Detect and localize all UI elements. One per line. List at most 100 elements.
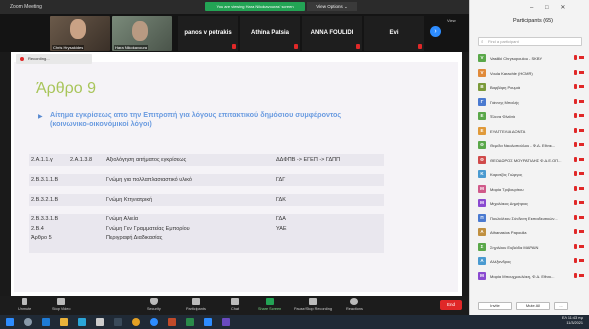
- participant-face: [132, 21, 148, 41]
- video-tile[interactable]: Chris Hrysakides: [50, 16, 110, 51]
- participant-name: ANNA FOULIDI: [310, 30, 354, 36]
- mic-icon: [22, 298, 28, 305]
- participant-list-item[interactable]: Α Αλέξανδρος: [478, 256, 586, 268]
- invite-button[interactable]: Invite: [478, 302, 512, 310]
- close-icon[interactable]: ✕: [560, 5, 565, 11]
- slide-table: 2.Α.1.1.γ 2.Α.1.3.8 Αξιολόγηση αιτήματος…: [29, 154, 384, 253]
- table-cell: ΥΑΕ: [276, 225, 287, 232]
- muted-mic-icon: [574, 127, 577, 133]
- participant-list-item[interactable]: Μ Μαρία Τριβουρίτου: [478, 184, 586, 196]
- taskbar-app-icon[interactable]: [132, 318, 140, 326]
- smile-icon: [350, 298, 359, 305]
- unmute-button[interactable]: Unmute: [18, 298, 31, 311]
- participant-name: Voula Karachle (HCMR): [490, 70, 533, 76]
- video-off-icon: [579, 244, 584, 248]
- system-tray[interactable]: ΕΛ 11:43 πμ 11/3/2021: [535, 316, 583, 326]
- avatar: Μ: [478, 184, 486, 193]
- participant-list-item[interactable]: V Voula Karachle (HCMR): [478, 68, 586, 80]
- video-off-icon: [579, 186, 584, 190]
- participant-list-item[interactable]: Β Βαρβάρη Ρουμιά: [478, 82, 586, 94]
- muted-mic-icon: [574, 55, 577, 60]
- table-row: 2.Β.3.2.1.Β Γνώμη Κτηνιατρική ΓΔΚ: [29, 194, 384, 206]
- toolbar-label: Chat: [231, 307, 240, 311]
- windows-start-icon[interactable]: [6, 318, 14, 326]
- reactions-button[interactable]: Reactions: [346, 298, 363, 311]
- taskbar-app-icon[interactable]: [186, 318, 194, 326]
- stop-video-button[interactable]: Stop Video: [52, 298, 71, 311]
- participant-name: panos v petrakis: [184, 30, 232, 36]
- participant-list-item[interactable]: A Athanasios Papoulia: [478, 227, 586, 239]
- participant-list-item[interactable]: Μ Μιχαλάκος Δημήτριος: [478, 198, 586, 210]
- muted-mic-icon: [356, 44, 360, 49]
- pause-stop-recording-button[interactable]: Pause/Stop Recording: [294, 298, 332, 311]
- taskbar-app-icon[interactable]: [168, 318, 176, 326]
- view-options-button[interactable]: View Options ⌄: [307, 2, 357, 11]
- taskbar-app-icon[interactable]: [60, 318, 68, 326]
- participant-list-item[interactable]: Γ Γιάννης Μπαλής: [478, 97, 586, 109]
- recording-label: Recording...: [28, 56, 50, 61]
- chat-button[interactable]: Chat: [231, 298, 239, 311]
- taskbar-app-icon[interactable]: [114, 318, 122, 326]
- recording-indicator[interactable]: Recording...: [16, 54, 92, 64]
- participant-name: Evi: [389, 30, 399, 36]
- participant-list-item[interactable]: Κ Καρατζάς Γιώργος: [478, 169, 586, 181]
- taskbar-app-icon[interactable]: [204, 318, 212, 326]
- video-tile[interactable]: Hara Nikokavoura: [112, 16, 172, 51]
- view-layout-button[interactable]: View: [447, 18, 456, 23]
- table-cell: Αξιολόγηση αιτήματος εγκρίσεως: [106, 157, 187, 163]
- taskbar-app-icon[interactable]: [42, 318, 50, 326]
- participant-name-tile[interactable]: Evi: [364, 16, 424, 51]
- avatar: Ε: [478, 126, 486, 135]
- participant-list-item[interactable]: Θ ΘΕΟΔΩΡΟΣ ΜΟΥΡΑΤΙΔΗΣ Φ.Δ.Ε.ΟΠ...: [478, 155, 586, 167]
- participant-list-item[interactable]: Θ Θεμιδα Νικολοπούλου - Φ.Δ. Εθνικ...: [478, 140, 586, 152]
- muted-mic-icon: [574, 185, 577, 191]
- avatar: Μ: [478, 199, 486, 207]
- participants-button[interactable]: Participants: [186, 298, 206, 311]
- maximize-icon[interactable]: □: [545, 5, 549, 11]
- participant-search-input[interactable]: Find a participant: [478, 37, 582, 46]
- muted-mic-icon: [294, 44, 298, 49]
- taskbar-app-icon[interactable]: [150, 318, 158, 326]
- next-page-arrow-icon[interactable]: ›: [430, 26, 441, 37]
- participant-list-item[interactable]: Σ Σηγιλάου Ευβιάδα ΜΑΡΑΙΝ: [478, 242, 586, 254]
- shield-icon: [149, 298, 158, 305]
- security-button[interactable]: Security: [147, 298, 161, 311]
- participant-name-tile[interactable]: panos v petrakis: [178, 16, 238, 51]
- participant-name-tile[interactable]: Athina Patsia: [240, 16, 300, 51]
- participant-list-item[interactable]: Μ Μαρία Μπουχμουλάκη, Φ.Δ. Εθνικ...: [478, 271, 586, 283]
- participant-name: Πουλιάλτου Σύνδεση Εκπαιδευτικών...: [490, 215, 558, 221]
- share-screen-button[interactable]: Share Screen: [258, 298, 281, 311]
- minimize-icon[interactable]: –: [530, 5, 533, 11]
- participant-name-tile[interactable]: ANNA FOULIDI: [302, 16, 362, 51]
- taskbar-app-icon[interactable]: [222, 318, 230, 326]
- taskbar-app-icon[interactable]: [96, 318, 104, 326]
- toolbar-label: Reactions: [346, 307, 363, 311]
- camera-icon: [57, 298, 66, 305]
- participant-name: Μιχαλάκος Δημήτριος: [490, 201, 529, 206]
- participant-list-item[interactable]: Ε Έλενα Φλεϊσά: [478, 111, 586, 123]
- muted-mic-icon: [574, 84, 577, 89]
- video-off-icon: [579, 143, 584, 146]
- clock-time: 11:43 πμ: [567, 316, 583, 320]
- participant-list-item[interactable]: Π Πουλιάλτου Σύνδεση Εκπαιδευτικών...: [478, 213, 586, 225]
- more-options-button[interactable]: ...: [554, 302, 568, 310]
- avatar: Α: [478, 257, 486, 265]
- participant-list-item[interactable]: V Vasiliki Chrysopoulou - SKBY: [478, 53, 586, 65]
- muted-mic-icon: [574, 171, 577, 176]
- taskbar-search-icon[interactable]: [24, 318, 32, 326]
- keyboard-language[interactable]: ΕΛ: [562, 316, 567, 320]
- mute-all-button[interactable]: Mute All: [516, 302, 550, 310]
- participant-name: Μαρία Τριβουρίτου: [490, 186, 524, 192]
- toolbar-label: Stop Video: [52, 307, 71, 311]
- end-meeting-button[interactable]: End: [440, 300, 462, 310]
- participant-name: Γιάννης Μπαλής: [490, 99, 519, 105]
- table-cell: Γνώμη Γεν Γραμματείας Εμπορίου: [106, 225, 190, 232]
- participant-name: Athina Patsia: [250, 30, 289, 36]
- toolbar-label: Share Screen: [258, 307, 282, 311]
- taskbar-app-icon[interactable]: [78, 318, 86, 326]
- muted-mic-icon: [574, 113, 577, 118]
- video-off-icon: [579, 56, 584, 59]
- participant-name: Μαρία Μπουχμουλάκη, Φ.Δ. Εθνικ...: [490, 273, 555, 279]
- table-cell: 2.Β.3.3.1.Β: [31, 216, 59, 222]
- participant-list-item[interactable]: Ε ΕΥΑΓΓΕΛΙΑ ΔΟΝΤΑ: [478, 126, 586, 138]
